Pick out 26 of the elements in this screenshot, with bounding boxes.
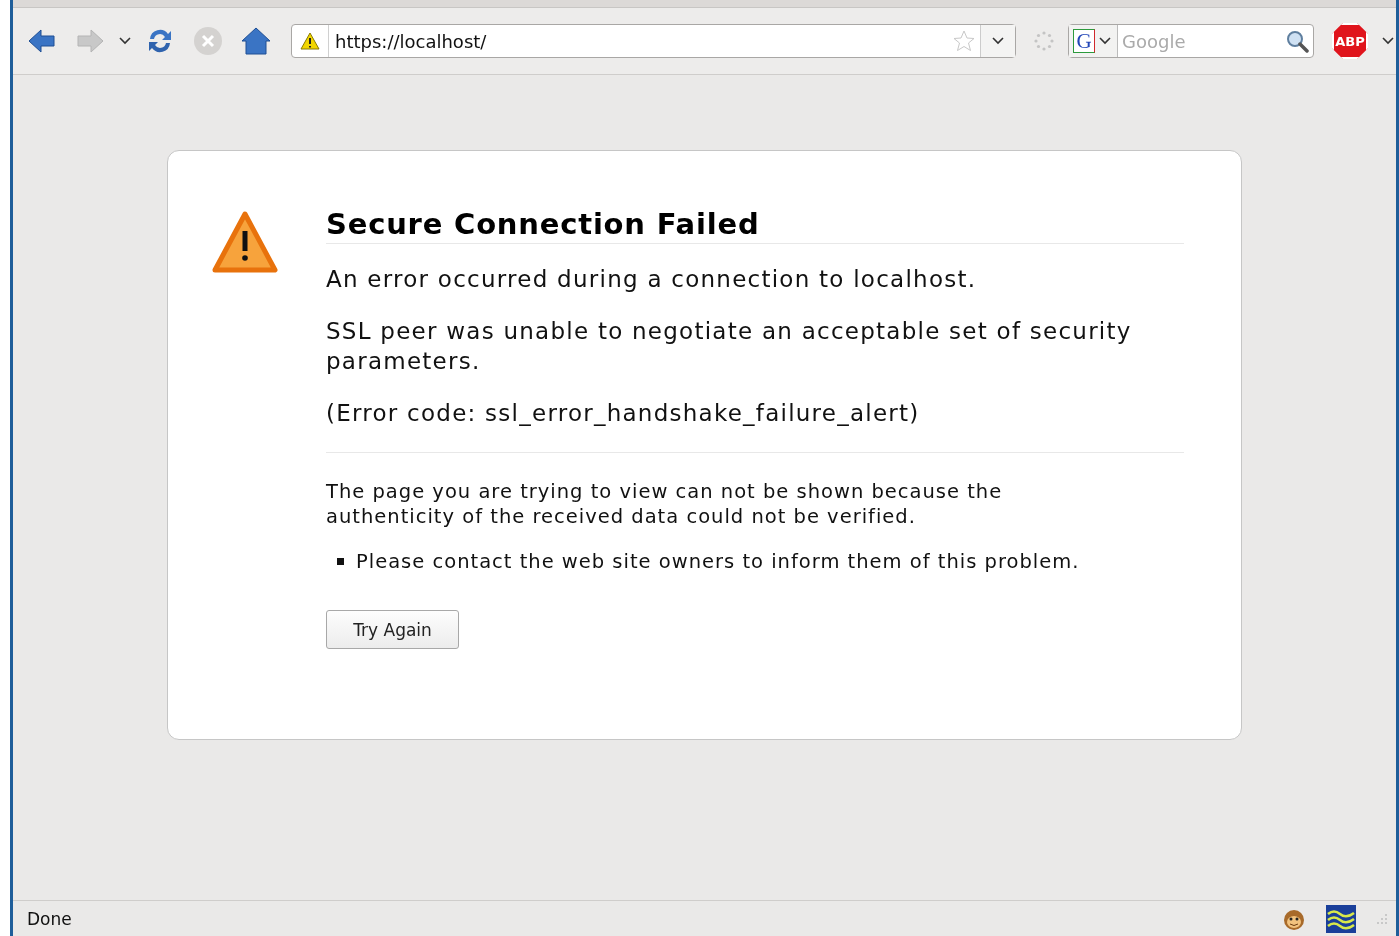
search-icon[interactable] [1285,29,1309,53]
search-field[interactable]: G Google [1068,24,1314,58]
error-message: An error occurred during a connection to localhost. [326,265,978,294]
error-message: (Error code: ssl_error_handshake_failure_alert) [326,399,921,428]
advice-text: Please contact the web site owners to inform them of this problem. [356,549,1080,574]
resize-grip-icon[interactable] [1376,912,1388,925]
status-text: Done [27,908,73,929]
error-description: The page you are trying to view can not be shown because the authenticity of the received data could not be verified. [326,479,1004,529]
url-text: https://localhost/ [334,30,488,52]
bullet-icon [337,558,344,565]
adblock-button[interactable]: ABP [1332,23,1368,59]
back-icon[interactable] [27,26,57,56]
chevron-down-icon[interactable] [992,37,1004,45]
search-engine-logo[interactable]: G [1073,29,1095,53]
star-icon[interactable] [952,29,976,53]
warning-icon [212,211,278,275]
home-icon[interactable] [241,26,271,56]
try-again-button[interactable]: Try Again [326,610,459,649]
error-title: Secure Connection Failed [326,207,1184,244]
chevron-down-icon[interactable] [119,37,131,45]
throbber-icon [1034,31,1054,51]
chevron-down-icon[interactable] [1099,37,1111,45]
chevron-down-icon[interactable] [1382,37,1394,45]
error-message: SSL peer was unable to negotiate an acceptable set of security parameters. [326,317,1133,376]
address-bar[interactable]: https://localhost/ [291,24,1016,58]
weather-icon[interactable] [1326,904,1356,933]
